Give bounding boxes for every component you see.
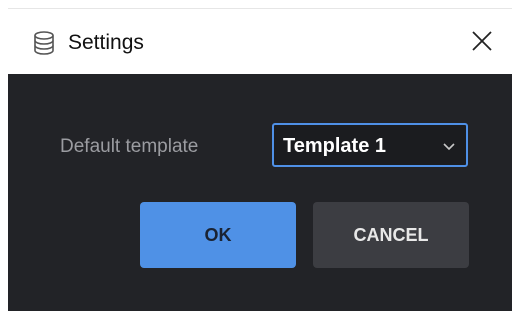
window-title: Settings [68, 31, 144, 54]
default-template-label: Default template [60, 136, 199, 157]
ok-button[interactable]: OK [140, 202, 296, 268]
title-bar: Settings [8, 8, 512, 75]
cancel-button[interactable]: CANCEL [313, 202, 469, 268]
settings-dialog: Settings Default template Template 1 OK … [0, 0, 512, 311]
default-template-value: Template 1 [283, 135, 386, 157]
close-icon [471, 30, 493, 57]
window-left-border [0, 0, 8, 311]
window-top-border [0, 0, 512, 8]
close-button[interactable] [460, 21, 504, 65]
database-icon [31, 30, 57, 56]
dialog-body: Default template Template 1 OK CANCEL [8, 74, 512, 311]
default-template-select[interactable]: Template 1 [272, 123, 468, 167]
chevron-down-icon [442, 139, 456, 151]
